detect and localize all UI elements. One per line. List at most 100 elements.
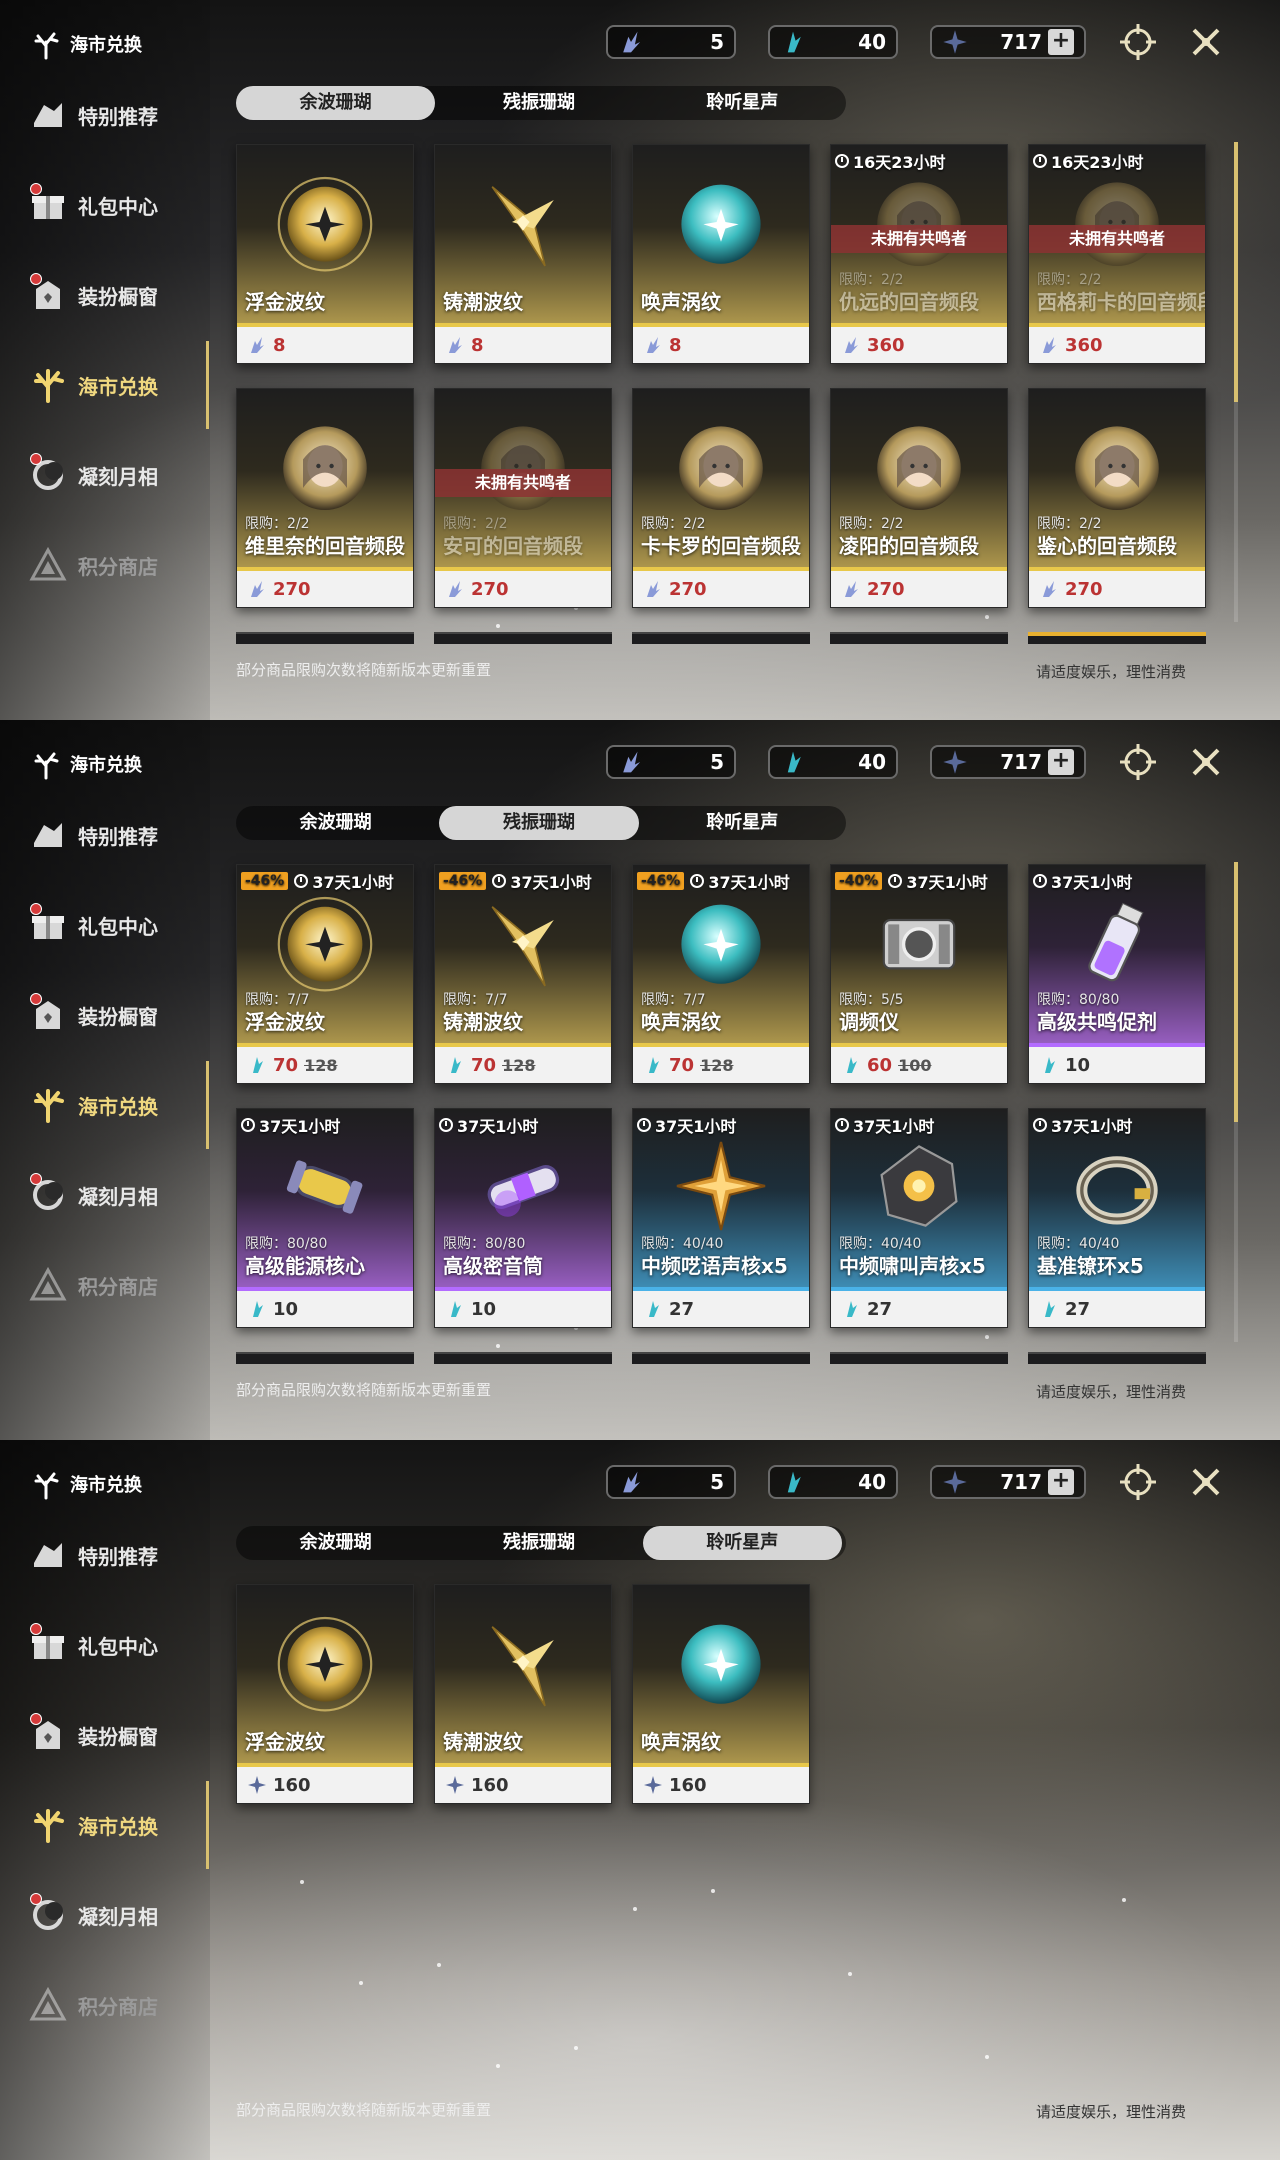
shop-item-card[interactable]: 未拥有共鸣者 16天23小时 限购：2/2 西格莉卡的回音频段 360	[1028, 144, 1206, 364]
item-art: 限购：2/2 维里奈的回音频段	[237, 389, 413, 571]
sidebar-item-5[interactable]: 积分商店	[28, 1980, 198, 2030]
timer-text: 37天1小时	[853, 1117, 935, 1136]
card-peek	[236, 1352, 414, 1364]
currency-counter: 5	[606, 745, 736, 779]
gift-icon	[28, 1623, 68, 1665]
crosshair-icon[interactable]	[1118, 22, 1158, 62]
shop-item-card[interactable]: -46% 37天1小时 限购：7/7 铸潮波纹 70 128	[434, 864, 612, 1084]
sidebar-item-1[interactable]: 礼包中心	[28, 1620, 198, 1670]
item-art: 未拥有共鸣者 16天23小时 限购：2/2 西格莉卡的回音频段	[1029, 145, 1205, 327]
tab-2[interactable]: 聆听星声	[643, 806, 842, 840]
add-currency-button[interactable]: +	[1048, 1469, 1074, 1495]
price-value: 10	[1065, 1054, 1091, 1076]
shop-item-card[interactable]: -46% 37天1小时 限购：7/7 唤声涡纹 70 128	[632, 864, 810, 1084]
sidebar-item-2[interactable]: 装扮橱窗	[28, 1710, 198, 1760]
tab-0[interactable]: 余波珊瑚	[236, 806, 435, 840]
sparkle-decoration	[633, 1907, 637, 1911]
sidebar-item-0[interactable]: 特别推荐	[28, 810, 198, 860]
shop-item-card[interactable]: 37天1小时 限购：40/40 基准镣环x5 27	[1028, 1108, 1206, 1328]
close-icon[interactable]	[1186, 742, 1226, 782]
sidebar-item-0[interactable]: 特别推荐	[28, 90, 198, 140]
sidebar-item-5[interactable]: 积分商店	[28, 540, 198, 590]
shop-item-card[interactable]: 唤声涡纹 160	[632, 1584, 810, 1804]
add-currency-button[interactable]: +	[1048, 749, 1074, 775]
price-value: 27	[669, 1298, 695, 1320]
clock-icon	[1033, 154, 1047, 168]
tab-0[interactable]: 余波珊瑚	[236, 1526, 435, 1560]
shop-item-card[interactable]: 铸潮波纹 8	[434, 144, 612, 364]
shop-item-card[interactable]: 浮金波纹 8	[236, 144, 414, 364]
sidebar-item-3[interactable]: 海市兑换	[28, 1080, 198, 1130]
shop-item-card[interactable]: 37天1小时 限购：80/80 高级共鸣促剂 10	[1028, 864, 1206, 1084]
shop-item-card[interactable]: 限购：2/2 凌阳的回音频段 270	[830, 388, 1008, 608]
tab-1[interactable]: 残振珊瑚	[439, 86, 638, 120]
shop-item-card[interactable]: 37天1小时 限购：40/40 中频啸叫声核x5 27	[830, 1108, 1008, 1328]
sidebar-item-4[interactable]: 凝刻月相	[28, 1170, 198, 1220]
shop-item-card[interactable]: 浮金波纹 160	[236, 1584, 414, 1804]
item-art: -40% 37天1小时 限购：5/5 调频仪	[831, 865, 1007, 1047]
close-icon[interactable]	[1186, 1462, 1226, 1502]
item-price: 270	[1029, 571, 1205, 607]
shop-item-card[interactable]: 限购：2/2 鉴心的回音频段 270	[1028, 388, 1206, 608]
coral-tree-icon	[30, 1468, 62, 1500]
sidebar-item-1[interactable]: 礼包中心	[28, 900, 198, 950]
tab-2[interactable]: 聆听星声	[642, 1526, 842, 1560]
scrollbar-thumb[interactable]	[1234, 142, 1238, 402]
shop-item-card[interactable]: 37天1小时 限购：80/80 高级密音筒 10	[434, 1108, 612, 1328]
footer-right: 请适度娱乐，理性消费	[1035, 1383, 1186, 1401]
tab-2[interactable]: 聆听星声	[643, 86, 842, 120]
shop-item-card[interactable]: -46% 37天1小时 限购：7/7 浮金波纹 70 128	[236, 864, 414, 1084]
sidebar-item-2[interactable]: 装扮橱窗	[28, 990, 198, 1040]
price-value: 270	[669, 578, 707, 600]
shop-item-card[interactable]: 限购：2/2 卡卡罗的回音频段 270	[632, 388, 810, 608]
shop-item-card[interactable]: 37天1小时 限购：80/80 高级能源核心 10	[236, 1108, 414, 1328]
currency-value: 40	[858, 1470, 886, 1494]
crosshair-icon[interactable]	[1118, 742, 1158, 782]
sidebar-item-1[interactable]: 礼包中心	[28, 180, 198, 230]
timer-text: 37天1小时	[312, 873, 394, 892]
sidebar-item-2[interactable]: 装扮橱窗	[28, 270, 198, 320]
gift-icon	[28, 183, 68, 225]
clock-icon	[637, 1118, 651, 1132]
clock-icon	[835, 154, 849, 168]
timer-text: 37天1小时	[259, 1117, 341, 1136]
shop-item-card[interactable]: 限购：2/2 维里奈的回音频段 270	[236, 388, 414, 608]
tab-1[interactable]: 残振珊瑚	[439, 806, 639, 840]
wardrobe-icon	[28, 273, 68, 315]
brand: 海市兑换	[30, 28, 142, 60]
scrollbar-thumb[interactable]	[1234, 862, 1238, 1122]
close-icon[interactable]	[1186, 22, 1226, 62]
crosshair-icon[interactable]	[1118, 1462, 1158, 1502]
sidebar-item-4[interactable]: 凝刻月相	[28, 1890, 198, 1940]
sidebar-item-4[interactable]: 凝刻月相	[28, 450, 198, 500]
sidebar-item-0[interactable]: 特别推荐	[28, 1530, 198, 1580]
shop-item-card[interactable]: 未拥有共鸣者 16天23小时 限购：2/2 仇远的回音频段 360	[830, 144, 1008, 364]
item-timer: 37天1小时	[1033, 1113, 1132, 1137]
tab-0[interactable]: 余波珊瑚	[236, 86, 436, 120]
sidebar-item-3[interactable]: 海市兑换	[28, 1800, 198, 1850]
points-shop-icon	[28, 1985, 68, 2025]
add-currency-button[interactable]: +	[1048, 29, 1074, 55]
tab-1[interactable]: 残振珊瑚	[439, 1526, 638, 1560]
shop-item-card[interactable]: 铸潮波纹 160	[434, 1584, 612, 1804]
card-peek	[632, 1352, 810, 1364]
shop-item-card[interactable]: 37天1小时 限购：40/40 中频呓语声核x5 27	[632, 1108, 810, 1328]
price-value: 360	[867, 334, 905, 356]
currency-value: 5	[710, 30, 724, 54]
wave-coral-icon	[618, 1469, 644, 1495]
sparkle-decoration	[985, 1335, 989, 1339]
sidebar-item-3[interactable]: 海市兑换	[28, 360, 198, 410]
golden-blade-icon	[468, 167, 578, 277]
original-price: 128	[700, 1055, 734, 1075]
item-name: 鉴心的回音频段	[1037, 534, 1177, 558]
sidebar-item-5[interactable]: 积分商店	[28, 1260, 198, 1310]
showcase-icon	[28, 815, 68, 855]
item-price: 360	[831, 327, 1007, 363]
shop-item-card[interactable]: 未拥有共鸣者 限购：2/2 安可的回音频段 270	[434, 388, 612, 608]
shop-item-card[interactable]: -40% 37天1小时 限购：5/5 调频仪 60 100	[830, 864, 1008, 1084]
wave-coral-icon	[1039, 335, 1059, 355]
star-voice-icon	[942, 749, 968, 775]
shop-item-card[interactable]: 唤声涡纹 8	[632, 144, 810, 364]
sidebar-item-label: 积分商店	[78, 1274, 158, 1299]
clock-icon	[241, 1118, 255, 1132]
